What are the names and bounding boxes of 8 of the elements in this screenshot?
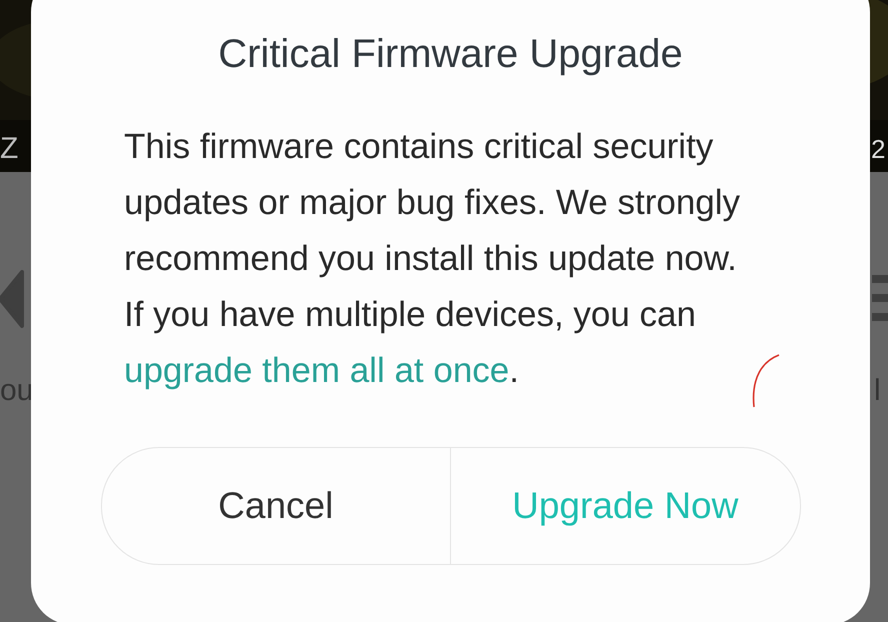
cancel-button[interactable]: Cancel	[102, 448, 451, 564]
video-caption: Z	[0, 132, 18, 166]
dialog-title: Critical Firmware Upgrade	[218, 32, 683, 77]
upgrade-all-link[interactable]: upgrade them all at once	[124, 351, 510, 390]
menu-icon[interactable]	[872, 275, 888, 321]
dialog-message: This firmware contains critical security updates or major bug fixes. We strongly recommend you install this update now. If you have multiple devices, you can upgrade them all at once.	[123, 126, 742, 392]
video-caption: 2	[871, 134, 886, 165]
upgrade-now-button[interactable]: Upgrade Now	[451, 448, 800, 564]
